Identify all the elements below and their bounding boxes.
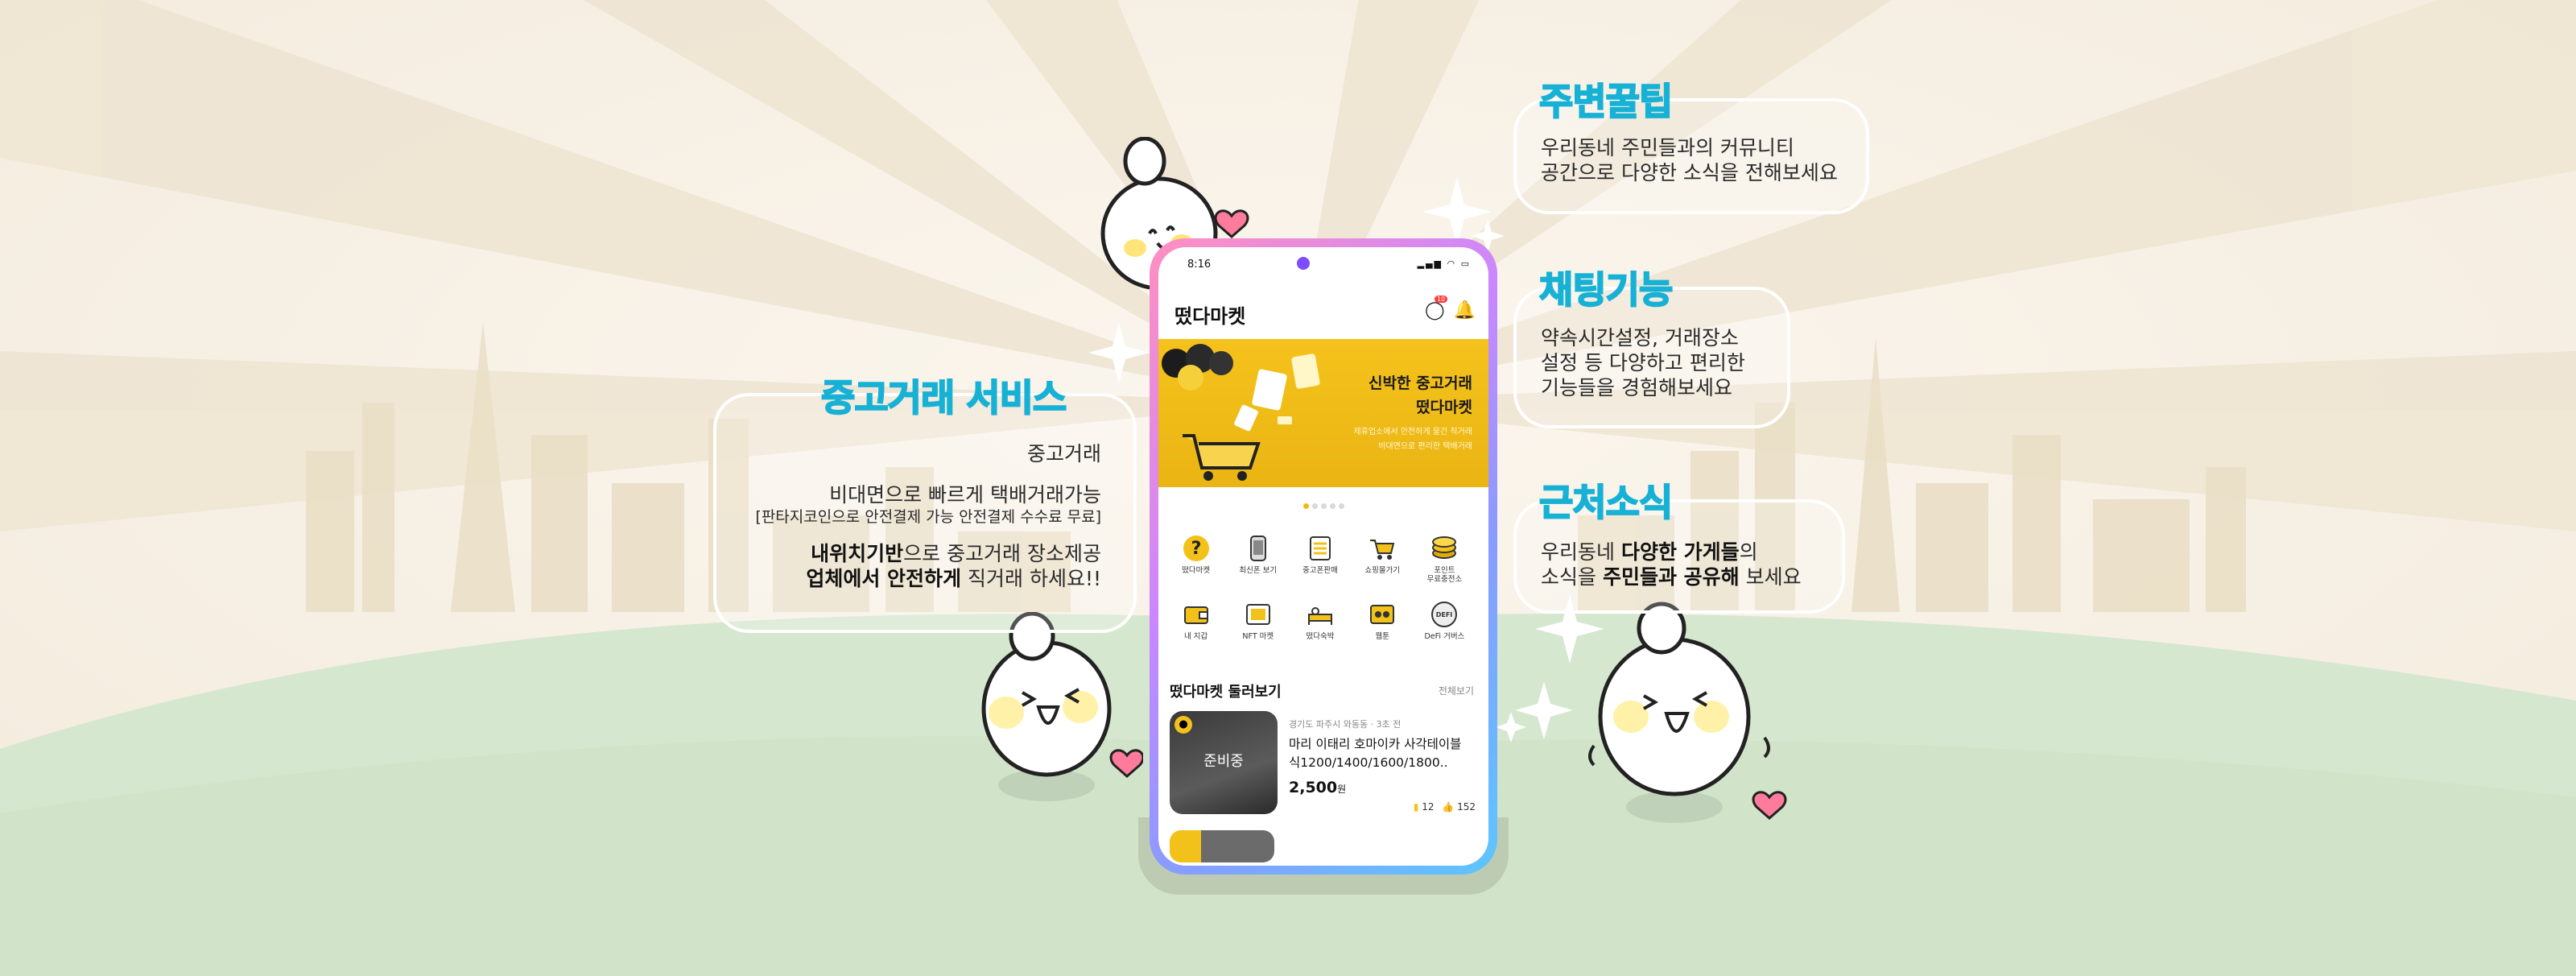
news-line: 소식을 주민들과 공유해 보세요 [1541,565,1802,589]
phone-frame: 8:16 ▂▄▆ ◠ ▭ 떴다마켓 ◯ 10 🔔 신박한 중고거래 떴다마켓 제… [1150,238,1497,875]
defi-icon: DEFI [1431,602,1458,627]
banner-illustration [1162,344,1320,481]
menu-grid: ? 떴다마켓 최신폰 보기 중고폰판매 쇼핑몰가기 포인트 무료충전소 내 지갑… [1165,534,1476,641]
section-title: 떴다마켓 둘러보기 [1170,684,1282,701]
tips-body: 우리동네 주민들과의 커뮤니티 공간으로 다양한 소식을 전해보세요 [1541,135,1838,185]
chat-badge: 10 [1434,296,1448,303]
banner-title: 떴다마켓 [1416,399,1472,416]
item-title[interactable]: 마리 이태리 호마이카 사각테이블 식1200/1400/1600/1800.. [1289,735,1471,772]
used-trade-line: 업체에서 안전하게 직거래 하세요!! [806,567,1101,590]
item-location: 경기도 파주시 와동동 · 3초 전 [1289,719,1402,730]
carousel-dot[interactable] [1311,503,1318,509]
used-trade-title: 중고거래 서비스 [820,375,1067,420]
status-time: 8:16 [1187,258,1212,271]
nft-icon [1245,604,1270,625]
tips-line: 공간으로 다양한 소식을 전해보세요 [1541,161,1838,184]
item-price: 2,500원 [1289,779,1347,796]
coin-icon [1432,536,1457,559]
menu-item-label: NFT 마켓 [1242,632,1274,641]
menu-item[interactable]: 떴다숙박 [1289,600,1351,641]
chat-bubble-icon: ▮ [1413,801,1419,813]
mascot-right [1588,602,1787,823]
bell-icon[interactable]: 🔔 [1454,300,1476,321]
banner-subtitle: 비대면으로 편리한 택배거래 [1378,442,1472,451]
next-item-thumbnail[interactable] [1170,830,1274,862]
camera-icon [1297,257,1310,270]
item-stats: ▮ 12 👍 152 [1414,801,1476,813]
status-icons: ▂▄▆ ◠ ▭ [1417,258,1471,269]
bed-icon [1307,607,1332,625]
like-count: 152 [1457,801,1476,813]
menu-item-label: 최신폰 보기 [1239,566,1278,575]
chat-line: 기능들을 경험해보세요 [1541,376,1732,399]
coin-badge-icon: ● [1174,716,1192,734]
banner-title: 신박한 중고거래 [1368,374,1472,392]
chat-body: 약속시간설정, 거래장소 설정 등 다양하고 편리한 기능들을 경험해보세요 [1541,325,1745,400]
phone-icon [1249,536,1266,561]
chat-icon[interactable]: ◯ 10 [1425,296,1448,321]
cart-icon [1370,540,1395,560]
carousel-dots[interactable] [1158,497,1488,512]
menu-item[interactable]: 내 지갑 [1165,600,1227,641]
news-title: 근처소식 [1538,480,1674,525]
item-thumbnail[interactable]: ● 준비중 [1170,711,1278,814]
header-icons: ◯ 10 🔔 [1425,296,1476,321]
tips-line: 우리동네 주민들과의 커뮤니티 [1541,136,1794,159]
menu-item[interactable]: DEFI DeFi 거버스 [1414,600,1476,641]
menu-item-label: 떴다숙박 [1306,632,1335,641]
svg-text:DEFI: DEFI [1436,611,1453,618]
phone-screen: 8:16 ▂▄▆ ◠ ▭ 떴다마켓 ◯ 10 🔔 신박한 중고거래 떴다마켓 제… [1158,247,1488,866]
carousel-dot[interactable] [1329,503,1335,509]
item-thumb-status: 준비중 [1203,753,1244,770]
wallet-icon [1183,606,1208,624]
carousel-dot[interactable] [1338,503,1344,509]
heart-icon [1752,791,1787,820]
menu-item-label: 쇼핑몰가기 [1364,566,1401,575]
app-brand: 떴다마켓 [1174,305,1246,328]
carousel-dot[interactable] [1320,503,1327,509]
news-body: 우리동네 다양한 가게들의 소식을 주민들과 공유해 보세요 [1541,540,1802,589]
question-icon: ? [1183,536,1209,561]
menu-item[interactable]: 쇼핑몰가기 [1352,534,1414,584]
used-trade-note: [판타지코인으로 안전결제 가능 안전결제 수수료 무료] [755,508,1101,526]
heart-icon [1109,749,1143,778]
tips-title: 주변꿀팁 [1538,79,1674,124]
used-trade-line: 중고거래 [1026,442,1101,465]
menu-item[interactable]: NFT 마켓 [1227,600,1289,641]
view-all-link[interactable]: 전체보기 [1439,684,1474,697]
menu-item-label: 포인트 무료충전소 [1426,566,1463,584]
thumbs-up-icon: 👍 [1442,801,1455,813]
promo-banner[interactable]: 신박한 중고거래 떴다마켓 제휴업소에서 안전하게 물건 직거래 비대면으로 편… [1158,339,1488,487]
checklist-icon [1309,536,1331,560]
menu-item-label: 떴다마켓 [1182,566,1211,575]
chat-line: 설정 등 다양하고 편리한 [1541,351,1745,374]
webtoon-icon [1370,605,1395,624]
menu-item[interactable]: ? 떴다마켓 [1165,534,1227,584]
svg-text:?: ? [1191,539,1201,559]
menu-item[interactable]: 최신폰 보기 [1227,534,1289,584]
used-trade-body: 중고거래 비대면으로 빠르게 택배거래가능 [판타지코인으로 안전결제 가능 안… [755,441,1101,591]
chat-count: 12 [1422,801,1435,813]
menu-item-label: 중고폰판매 [1302,566,1338,575]
menu-item[interactable]: 웹툰 [1352,600,1414,641]
menu-item[interactable]: 중고폰판매 [1289,534,1351,584]
banner-subtitle: 제휴업소에서 안전하게 물건 직거래 [1353,428,1472,436]
used-trade-line: 비대면으로 빠르게 택배거래가능 [829,483,1101,507]
used-trade-line: 내위치기반으로 중고거래 장소제공 [811,542,1101,565]
menu-item-label: DeFi 거버스 [1424,632,1465,641]
menu-item-label: 내 지갑 [1183,632,1208,641]
chat-title: 채팅기능 [1538,267,1674,312]
menu-item[interactable]: 포인트 무료충전소 [1414,534,1476,584]
menu-item-label: 웹툰 [1375,632,1389,641]
news-line: 우리동네 다양한 가게들의 [1541,540,1758,564]
mascot-left [981,612,1143,801]
chat-line: 약속시간설정, 거래장소 [1541,326,1739,349]
heart-icon [1214,209,1249,238]
carousel-dot[interactable] [1302,503,1309,509]
